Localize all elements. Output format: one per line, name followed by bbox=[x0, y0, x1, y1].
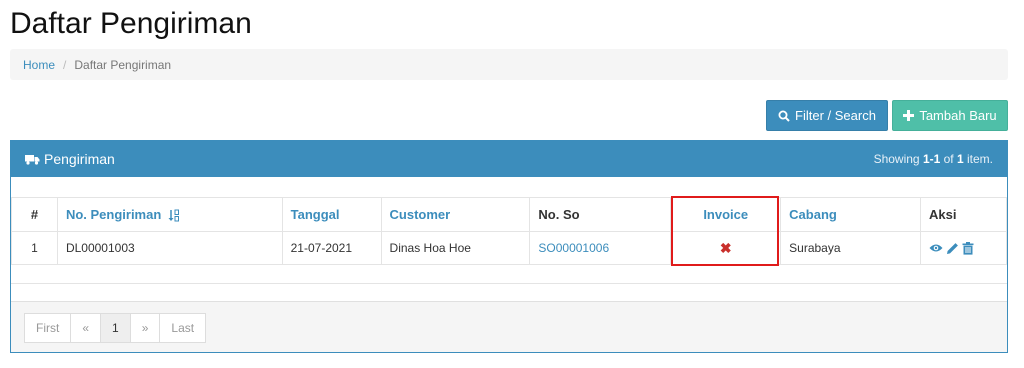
eye-icon[interactable] bbox=[929, 243, 943, 253]
pencil-icon[interactable] bbox=[946, 242, 959, 255]
pagination-first[interactable]: First bbox=[24, 313, 72, 343]
table-divider bbox=[11, 283, 1007, 284]
cell-no-so: SO00001006 bbox=[529, 231, 672, 265]
panel-title: Pengiriman bbox=[25, 151, 115, 167]
trash-icon[interactable] bbox=[962, 241, 974, 255]
panel-title-text: Pengiriman bbox=[44, 151, 115, 167]
column-header-no-pengiriman-label: No. Pengiriman bbox=[65, 206, 162, 222]
column-header-customer[interactable]: Customer bbox=[380, 197, 531, 232]
summary-range: 1-1 bbox=[922, 152, 941, 166]
cell-customer: Dinas Hoa Hoe bbox=[380, 231, 531, 265]
filter-search-label: Filter / Search bbox=[795, 108, 876, 123]
summary-prefix: Showing bbox=[873, 152, 923, 166]
breadcrumb-separator: / bbox=[63, 57, 67, 72]
sales-order-link[interactable]: SO00001006 bbox=[538, 241, 609, 255]
shipment-table: # No. Pengiriman Tanggal Customer No. So… bbox=[11, 197, 1007, 265]
cell-tanggal: 21-07-2021 bbox=[281, 231, 382, 265]
summary-total: 1 bbox=[956, 152, 964, 166]
invoice-highlight-box bbox=[671, 196, 779, 266]
plus-icon bbox=[903, 110, 915, 121]
column-header-no-so: No. So bbox=[529, 197, 672, 232]
cell-cabang: Surabaya bbox=[780, 231, 921, 265]
panel-heading: Pengiriman Showing 1-1 of 1 item. bbox=[11, 141, 1007, 177]
summary-mid: of bbox=[940, 152, 957, 166]
cell-no-pengiriman: DL00001003 bbox=[56, 231, 283, 265]
panel-footer: First « 1 » Last bbox=[11, 301, 1007, 352]
breadcrumb: Home / Daftar Pengiriman bbox=[10, 49, 1008, 80]
shipment-panel: Pengiriman Showing 1-1 of 1 item. # No. … bbox=[10, 140, 1008, 353]
sort-numeric-icon bbox=[168, 209, 179, 222]
column-header-aksi: Aksi bbox=[920, 197, 1007, 232]
pagination: First « 1 » Last bbox=[24, 313, 207, 343]
column-header-number: # bbox=[11, 197, 58, 232]
column-header-cabang[interactable]: Cabang bbox=[780, 197, 921, 232]
cell-aksi bbox=[920, 231, 1007, 265]
breadcrumb-home-link[interactable]: Home bbox=[23, 58, 55, 72]
pagination-last[interactable]: Last bbox=[159, 313, 207, 343]
grid-summary: Showing 1-1 of 1 item. bbox=[874, 152, 993, 166]
truck-icon bbox=[25, 154, 40, 165]
breadcrumb-current: Daftar Pengiriman bbox=[74, 57, 172, 72]
table-row: 1 DL00001003 21-07-2021 Dinas Hoa Hoe SO… bbox=[11, 231, 1007, 265]
add-new-button[interactable]: Tambah Baru bbox=[892, 100, 1008, 131]
table-header-row: # No. Pengiriman Tanggal Customer No. So… bbox=[11, 197, 1007, 232]
summary-suffix: item. bbox=[963, 152, 993, 166]
column-header-no-pengiriman[interactable]: No. Pengiriman bbox=[56, 197, 283, 232]
search-icon bbox=[778, 110, 790, 122]
add-new-label: Tambah Baru bbox=[919, 108, 997, 123]
column-header-tanggal[interactable]: Tanggal bbox=[281, 197, 382, 232]
pagination-next[interactable]: » bbox=[129, 313, 161, 343]
pagination-page-current[interactable]: 1 bbox=[100, 313, 131, 343]
cell-number: 1 bbox=[11, 231, 58, 265]
filter-search-button[interactable]: Filter / Search bbox=[766, 100, 888, 131]
pagination-prev[interactable]: « bbox=[70, 313, 102, 343]
page-title: Daftar Pengiriman bbox=[10, 7, 252, 40]
